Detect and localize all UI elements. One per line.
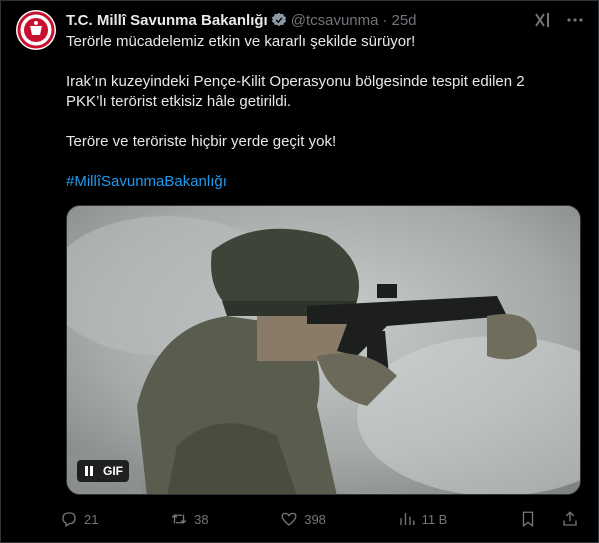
account-name[interactable]: T.C. Millî Savunma Bakanlığı — [66, 12, 268, 29]
like-button[interactable]: 398 — [280, 510, 326, 528]
views-count: 11 B — [421, 511, 448, 527]
retweet-button[interactable]: 38 — [170, 510, 209, 528]
separator-dot: · — [382, 11, 388, 29]
tweet-line-1: Terörle mücadelemiz etkin ve kararlı şek… — [66, 33, 416, 50]
action-bar: 21 38 398 11 B — [60, 508, 585, 530]
retweet-icon — [171, 514, 187, 524]
bookmark-button[interactable] — [519, 510, 543, 528]
verified-badge-icon — [271, 12, 286, 27]
reply-count: 21 — [84, 511, 99, 527]
tweet-text: Terörle mücadelemiz etkin ve kararlı şek… — [66, 32, 566, 212]
reply-button[interactable]: 21 — [60, 510, 98, 528]
tweet-header: T.C. Millî Savunma Bakanlığı @tcsavunma … — [66, 10, 583, 30]
secondary-actions — [519, 510, 585, 528]
pause-icon[interactable] — [83, 465, 95, 477]
account-handle[interactable]: @tcsavunma — [291, 12, 379, 29]
views-icon — [399, 513, 414, 525]
more-icon[interactable] — [565, 10, 585, 30]
share-icon — [563, 511, 577, 526]
tweet-time[interactable]: 25d — [391, 12, 416, 29]
soldier-image — [67, 206, 580, 494]
bookmark-icon — [522, 511, 534, 528]
gif-media[interactable]: GIF — [66, 205, 581, 495]
avatar[interactable] — [16, 10, 56, 50]
like-count: 398 — [304, 511, 326, 527]
share-button[interactable] — [561, 510, 585, 528]
hashtag-link[interactable]: #MillîSavunmaBakanlığı — [66, 172, 566, 192]
views-button[interactable]: 11 B — [398, 510, 448, 528]
ministry-logo-icon — [17, 11, 55, 49]
gif-label: GIF — [103, 464, 123, 478]
reply-icon — [62, 512, 76, 527]
like-icon — [281, 512, 297, 526]
gif-controls[interactable]: GIF — [77, 460, 129, 482]
tweet-line-2: Irak’ın kuzeyindeki Pençe-Kilit Operasyo… — [66, 73, 525, 110]
retweet-count: 38 — [194, 511, 209, 527]
grok-icon[interactable] — [533, 10, 553, 30]
tweet-line-3: Teröre ve teröriste hiçbir yerde geçit y… — [66, 133, 337, 150]
